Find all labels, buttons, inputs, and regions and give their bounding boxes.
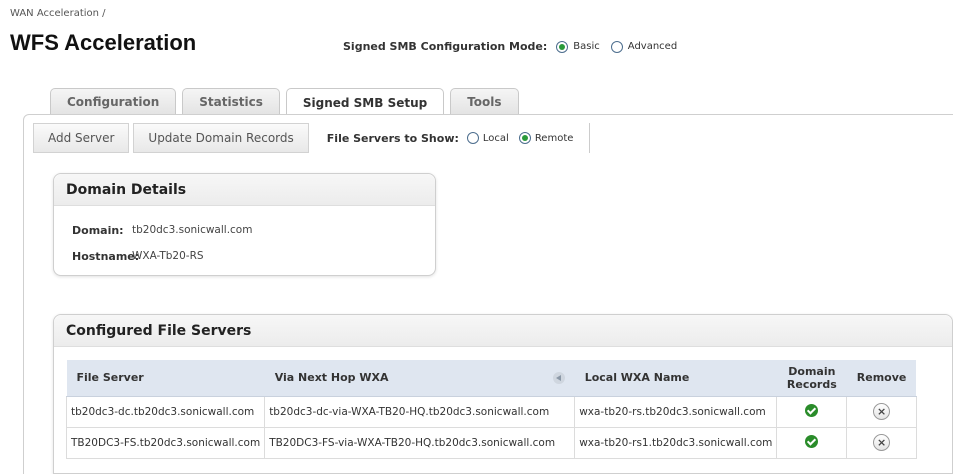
show-remote-label: Remote [534,132,574,144]
close-icon[interactable]: × [873,434,891,451]
sort-left-icon[interactable] [552,372,565,384]
toolbar: Add Server Update Domain Records File Se… [33,123,591,153]
domain-records-cell [776,426,848,459]
update-domain-records-button[interactable]: Update Domain Records [133,123,309,153]
via-next-hop-cell: tb20dc3-dc-via-WXA-TB20-HQ.tb20dc3.sonic… [264,395,576,428]
hostname-label: Hostname: [72,250,140,263]
hostname-value: WXA-Tb20-RS [132,250,204,262]
column-via-next-hop[interactable]: Via Next Hop WXA [264,360,575,397]
page-title: WFS Acceleration [10,30,197,55]
breadcrumb[interactable]: WAN Acceleration / [10,8,106,19]
domain-row: Domain: tb20dc3.sonicwall.com [72,224,252,237]
check-icon [805,403,819,417]
signed-smb-mode: Signed SMB Configuration Mode: Basic Adv… [343,40,683,53]
add-server-button[interactable]: Add Server [33,123,130,153]
table-header-row: File Server Via Next Hop WXA Local WXA N… [66,360,917,397]
via-next-hop-cell: TB20DC3-FS-via-WXA-TB20-HQ.tb20dc3.sonic… [264,426,576,459]
file-servers-table: File Server Via Next Hop WXA Local WXA N… [65,360,917,459]
close-icon[interactable]: × [873,403,891,420]
remove-cell: × [846,395,917,428]
tab-configuration[interactable]: Configuration [50,88,177,115]
show-remote-radio[interactable] [518,132,531,144]
column-via-next-hop-label: Via Next Hop WXA [274,371,389,385]
tab-statistics[interactable]: Statistics [182,88,280,115]
file-server-cell: tb20dc3-dc.tb20dc3.sonicwall.com [65,395,266,428]
domain-details-card: Domain Details Domain: tb20dc3.sonicwall… [53,173,436,276]
configured-file-servers-title: Configured File Servers [54,315,952,347]
tab-tools[interactable]: Tools [450,88,519,115]
column-local-wxa-name[interactable]: Local WXA Name [574,360,777,397]
table-row[interactable]: tb20dc3-dc.tb20dc3.sonicwall.com tb20dc3… [65,395,917,428]
show-local-label: Local [482,132,509,144]
tab-signed-smb-setup[interactable]: Signed SMB Setup [285,88,445,116]
mode-basic-radio[interactable] [556,40,569,53]
remove-cell: × [846,426,917,459]
file-servers-filter: File Servers to Show: Local Remote [327,123,591,153]
mode-basic-label: Basic [573,41,600,52]
show-local-radio[interactable] [466,132,479,144]
file-servers-filter-label: File Servers to Show: [326,131,459,145]
table-row[interactable]: TB20DC3-FS.tb20dc3.sonicwall.com TB20DC3… [65,426,917,459]
configured-file-servers-card: Configured File Servers File Server Via … [53,314,953,474]
domain-details-title: Domain Details [54,174,435,206]
column-remove[interactable]: Remove [846,360,917,397]
domain-value: tb20dc3.sonicwall.com [132,224,253,236]
local-wxa-cell: wxa-tb20-rs1.tb20dc3.sonicwall.com [574,426,778,459]
domain-records-cell [776,395,848,428]
column-file-server[interactable]: File Server [66,360,265,397]
mode-label: Signed SMB Configuration Mode: [343,40,548,53]
column-domain-records[interactable]: Domain Records [776,360,847,397]
mode-advanced-label: Advanced [627,41,678,52]
check-icon [805,434,819,448]
file-server-cell: TB20DC3-FS.tb20dc3.sonicwall.com [65,426,266,459]
tab-bar: Configuration Statistics Signed SMB Setu… [50,88,519,116]
local-wxa-cell: wxa-tb20-rs.tb20dc3.sonicwall.com [574,395,778,428]
domain-label: Domain: [72,224,124,237]
hostname-row: Hostname: WXA-Tb20-RS [72,250,204,263]
mode-advanced-radio[interactable] [610,40,623,53]
